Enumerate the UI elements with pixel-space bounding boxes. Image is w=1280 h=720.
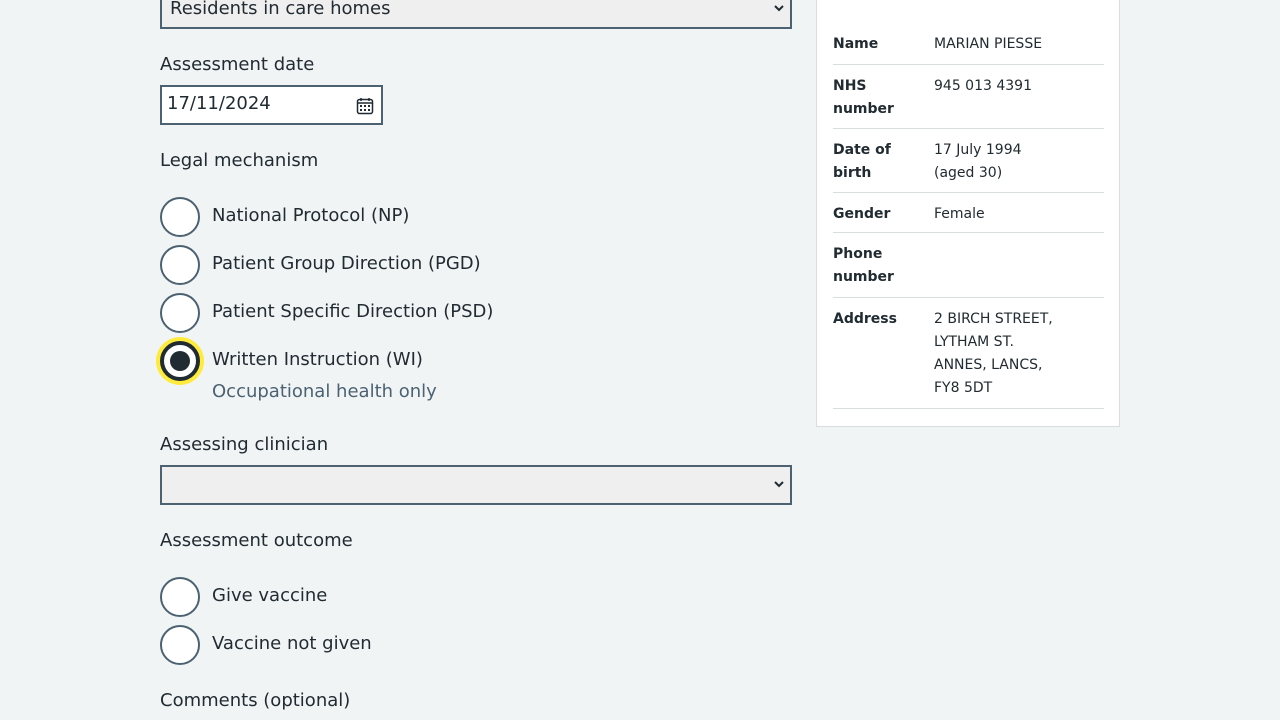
summary-key: Address (833, 311, 897, 327)
radio-written-instruction[interactable]: Written Instruction (WI) Occupational he… (160, 341, 792, 402)
radio-label: National Protocol (NP) (212, 205, 410, 226)
assessment-date-value: 17/11/2024 (167, 93, 271, 114)
summary-key-line: NHS (833, 78, 867, 94)
chevron-down-icon (774, 5, 784, 12)
vaccination-setting-value: Residents in care homes (170, 0, 391, 19)
vaccination-setting-select[interactable]: Residents in care homes (160, 0, 792, 29)
summary-key: Gender (833, 206, 891, 222)
radio-patient-group-direction[interactable]: Patient Group Direction (PGD) (160, 245, 792, 285)
summary-value-line: (aged 30) (934, 165, 1003, 181)
address-line: ANNES, LANCS, (934, 357, 1043, 373)
patient-summary-card: Name MARIAN PIESSE NHS number 945 013 43… (816, 0, 1120, 427)
assessment-date-input[interactable]: 17/11/2024 (160, 85, 383, 125)
summary-row-address: Address 2 BIRCH STREET, LYTHAM ST. ANNES… (833, 298, 1104, 409)
legal-mechanism-label: Legal mechanism (160, 150, 319, 171)
radio-label: Vaccine not given (212, 633, 372, 654)
address-line: 2 BIRCH STREET, (934, 311, 1053, 327)
radio-label: Patient Specific Direction (PSD) (212, 301, 494, 322)
radio-vaccine-not-given[interactable]: Vaccine not given (160, 625, 792, 665)
summary-value: MARIAN PIESSE (934, 36, 1043, 52)
summary-key: Date of birth (833, 139, 923, 185)
summary-value: 17 July 1994 (aged 30) (934, 139, 1094, 185)
radio-label: Give vaccine (212, 585, 328, 606)
address-line: LYTHAM ST. (934, 334, 1014, 350)
radio-button[interactable] (160, 197, 200, 237)
radio-button[interactable] (160, 625, 200, 665)
radio-patient-specific-direction[interactable]: Patient Specific Direction (PSD) (160, 293, 792, 333)
assessment-date-label: Assessment date (160, 54, 315, 75)
summary-row-nhs-number: NHS number 945 013 4391 (833, 65, 1104, 129)
summary-key-line: Phone (833, 246, 883, 262)
summary-row-name: Name MARIAN PIESSE (833, 23, 1104, 65)
radio-button[interactable] (160, 245, 200, 285)
radio-button-checked[interactable] (160, 341, 200, 381)
summary-row-gender: Gender Female (833, 193, 1104, 233)
assessment-outcome-label: Assessment outcome (160, 530, 353, 551)
radio-hint: Occupational health only (212, 381, 437, 402)
chevron-down-icon (774, 481, 784, 488)
summary-key-line: number (833, 269, 894, 285)
radio-label: Patient Group Direction (PGD) (212, 253, 481, 274)
vaccination-form-page: Residents in care homes Assessment date … (0, 0, 1280, 720)
summary-value: 945 013 4391 (934, 78, 1032, 94)
summary-row-phone-number: Phone number (833, 233, 1104, 298)
radio-label: Written Instruction (WI) (212, 349, 423, 370)
summary-key: Phone number (833, 243, 923, 289)
summary-row-date-of-birth: Date of birth 17 July 1994 (aged 30) (833, 129, 1104, 193)
summary-key-line: number (833, 101, 894, 117)
summary-key-line: Date of (833, 142, 891, 158)
summary-value: Female (934, 206, 985, 222)
assessing-clinician-select[interactable] (160, 465, 792, 505)
radio-dot (170, 351, 190, 371)
comments-label: Comments (optional) (160, 690, 351, 711)
patient-summary-list: Name MARIAN PIESSE NHS number 945 013 43… (833, 23, 1104, 409)
summary-key: NHS number (833, 75, 923, 121)
summary-key: Name (833, 36, 879, 52)
radio-national-protocol[interactable]: National Protocol (NP) (160, 197, 792, 237)
summary-value: 2 BIRCH STREET, LYTHAM ST. ANNES, LANCS,… (934, 308, 1094, 400)
address-line: FY8 5DT (934, 380, 993, 396)
assessing-clinician-label: Assessing clinician (160, 434, 329, 455)
radio-give-vaccine[interactable]: Give vaccine (160, 577, 792, 617)
calendar-icon[interactable] (356, 97, 374, 115)
summary-value-line: 17 July 1994 (934, 142, 1022, 158)
radio-button[interactable] (160, 577, 200, 617)
summary-key-line: birth (833, 165, 872, 181)
radio-button[interactable] (160, 293, 200, 333)
